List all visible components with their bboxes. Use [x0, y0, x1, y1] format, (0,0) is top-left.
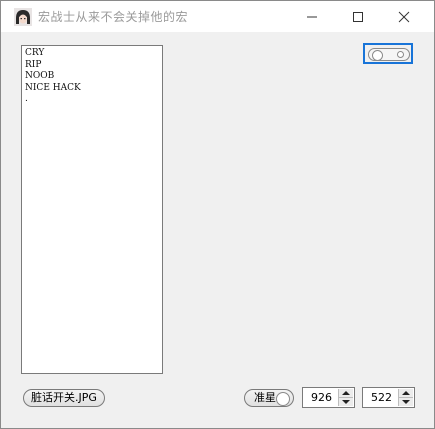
- toggle-dot: [397, 51, 404, 58]
- arrow-up-icon: [342, 391, 350, 395]
- increment-button[interactable]: [339, 389, 353, 398]
- app-avatar-icon: [14, 8, 32, 26]
- increment-button[interactable]: [399, 389, 413, 398]
- window-title: 宏战士从来不会关掉他的宏: [38, 10, 189, 24]
- x-coordinate-value[interactable]: 926: [303, 388, 340, 407]
- crosshair-button[interactable]: 准星: [244, 389, 294, 407]
- y-coordinate-value[interactable]: 522: [363, 388, 400, 407]
- arrow-down-icon: [342, 400, 350, 404]
- list-item[interactable]: NOOB: [25, 71, 162, 83]
- arrow-down-icon: [402, 400, 410, 404]
- app-window: 宏战士从来不会关掉他的宏 CRY RIP NOOB NICE HACK . 脏话…: [0, 0, 435, 429]
- close-icon: [398, 11, 410, 23]
- toggle-knob: [372, 50, 383, 61]
- list-item[interactable]: RIP: [25, 60, 162, 72]
- crosshair-label: 准星: [254, 391, 276, 404]
- arrow-up-icon: [402, 391, 410, 395]
- list-item[interactable]: NICE HACK: [25, 83, 162, 95]
- minimize-icon: [307, 16, 317, 18]
- x-coordinate-spinner[interactable]: 926: [302, 387, 355, 408]
- spinner-arrows: [338, 389, 353, 406]
- list-item[interactable]: CRY: [25, 48, 162, 60]
- phrase-listbox[interactable]: CRY RIP NOOB NICE HACK .: [21, 45, 163, 374]
- profanity-toggle-button[interactable]: 脏话开关.JPG: [23, 389, 105, 407]
- crosshair-indicator-icon: [276, 392, 290, 406]
- minimize-button[interactable]: [289, 1, 335, 32]
- y-coordinate-spinner[interactable]: 522: [362, 387, 415, 408]
- maximize-icon: [353, 12, 363, 22]
- spinner-arrows: [398, 389, 413, 406]
- toggle-switch[interactable]: [363, 43, 413, 64]
- toggle-track: [368, 48, 410, 61]
- maximize-button[interactable]: [335, 1, 381, 32]
- title-bar[interactable]: 宏战士从来不会关掉他的宏: [1, 1, 434, 32]
- list-item[interactable]: .: [25, 94, 162, 106]
- decrement-button[interactable]: [399, 398, 413, 406]
- close-button[interactable]: [381, 1, 427, 32]
- decrement-button[interactable]: [339, 398, 353, 406]
